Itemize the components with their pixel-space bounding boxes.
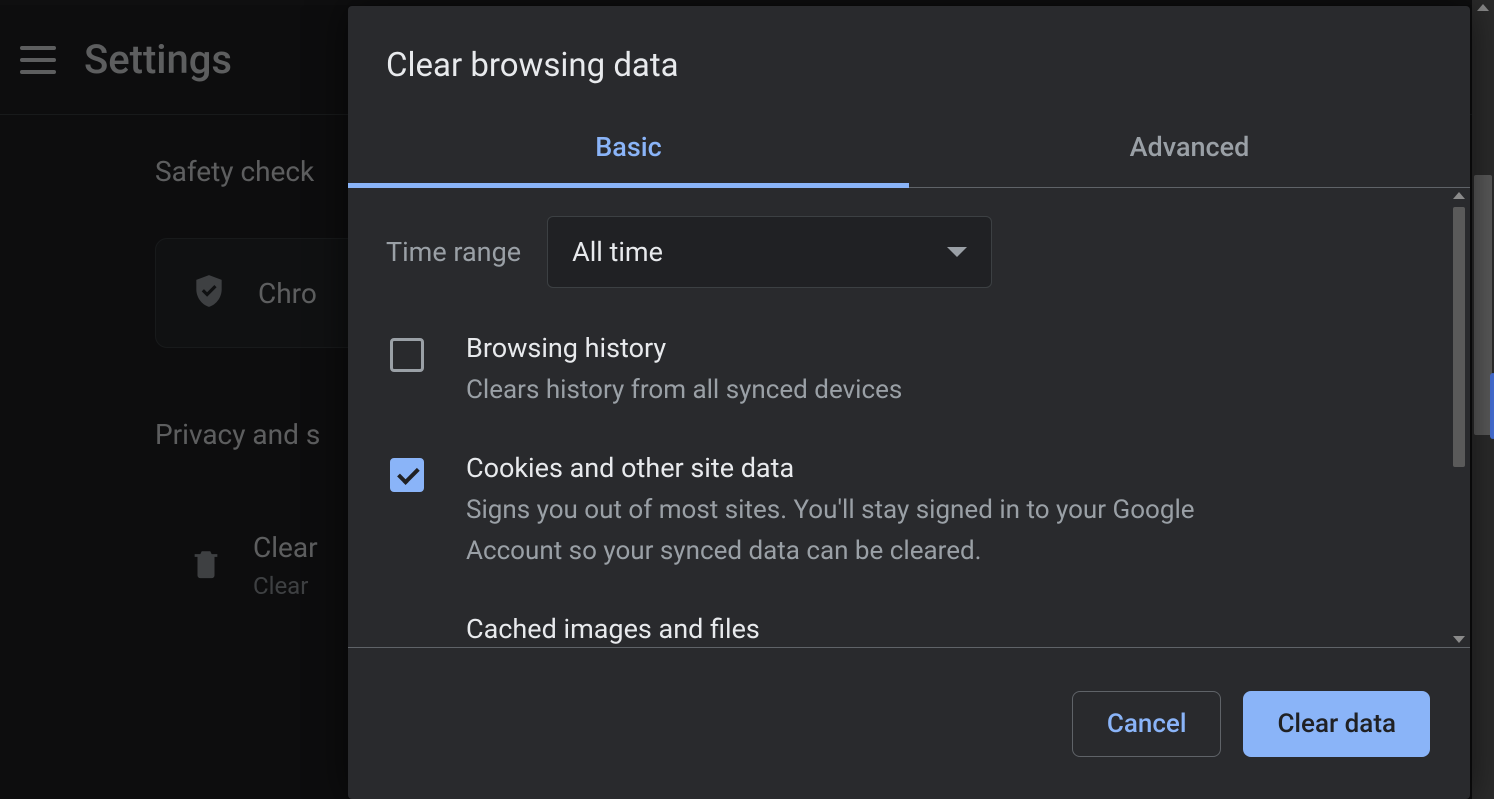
menu-icon[interactable]	[20, 46, 56, 74]
time-range-label: Time range	[386, 236, 521, 268]
window-scroll-accent	[1490, 373, 1494, 439]
time-range-row: Time range All time	[386, 216, 1440, 288]
shield-icon	[190, 269, 228, 317]
option-desc: Signs you out of most sites. You'll stay…	[466, 490, 1286, 571]
clear-row-sub: Clear	[253, 572, 318, 600]
clear-row-title: Clear	[253, 531, 318, 564]
dialog-title: Clear browsing data	[348, 6, 1470, 115]
scroll-up-icon[interactable]	[1477, 4, 1489, 11]
cancel-button[interactable]: Cancel	[1072, 691, 1222, 757]
dialog-scrollbar[interactable]	[1450, 188, 1468, 647]
clear-data-button[interactable]: Clear data	[1243, 691, 1430, 757]
dialog-scroll-thumb[interactable]	[1453, 207, 1465, 467]
safety-card-text: Chro	[258, 277, 317, 310]
option-title: Cached images and files	[466, 613, 760, 645]
checkbox-cookies[interactable]	[390, 458, 424, 492]
time-range-select[interactable]: All time	[547, 216, 992, 288]
scroll-up-icon[interactable]	[1453, 192, 1465, 199]
dialog-footer: Cancel Clear data	[348, 647, 1470, 799]
option-title: Cookies and other site data	[466, 452, 1286, 484]
scroll-down-icon[interactable]	[1453, 636, 1465, 643]
option-cached[interactable]: Cached images and files	[386, 613, 1440, 647]
checkbox-browsing-history[interactable]	[390, 338, 424, 372]
option-cookies[interactable]: Cookies and other site data Signs you ou…	[386, 452, 1440, 613]
time-range-value: All time	[572, 236, 663, 268]
trash-icon	[189, 544, 223, 588]
chevron-down-icon	[947, 247, 967, 257]
dialog-body: Time range All time Browsing history Cle…	[348, 188, 1470, 647]
option-title: Browsing history	[466, 332, 902, 364]
window-scrollbar[interactable]	[1472, 0, 1494, 799]
tab-basic[interactable]: Basic	[348, 115, 909, 188]
dialog-tabs: Basic Advanced	[348, 115, 1470, 188]
page-title: Settings	[84, 36, 232, 83]
option-browsing-history[interactable]: Browsing history Clears history from all…	[386, 332, 1440, 452]
clear-browsing-data-dialog: Clear browsing data Basic Advanced Time …	[348, 6, 1470, 799]
option-desc: Clears history from all synced devices	[466, 370, 902, 410]
tab-advanced[interactable]: Advanced	[909, 115, 1470, 187]
